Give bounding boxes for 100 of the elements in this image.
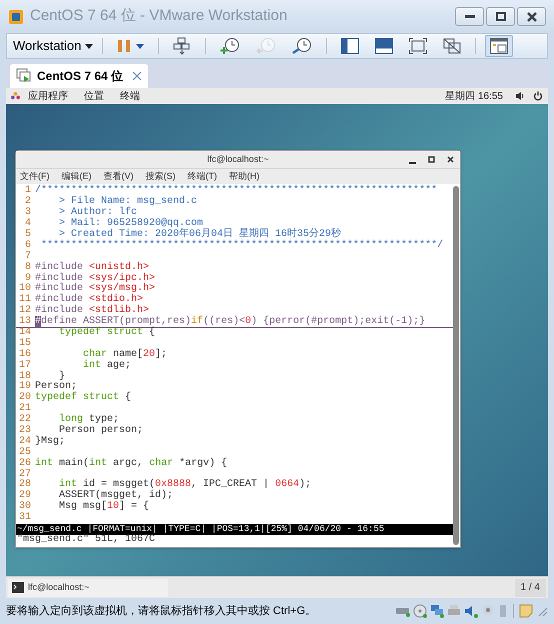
taskbar-window-button[interactable]: lfc@localhost:~ — [8, 578, 168, 596]
line-number: 20 — [18, 393, 32, 404]
line-number: 9 — [24, 274, 32, 284]
network-icon[interactable] — [430, 604, 444, 618]
line-number: 13 — [18, 317, 32, 327]
terminal-title: lfc@localhost:~ — [207, 152, 269, 166]
line-number: 4 — [24, 219, 32, 230]
fullscreen-icon — [409, 38, 428, 54]
line-number: 31 — [18, 513, 32, 524]
code-line: int id = msgget(0x8888, IPC_CREAT | 0664); — [58, 480, 312, 490]
line-number: 27 — [18, 470, 32, 480]
app-logo-icon — [8, 8, 24, 24]
disc-icon[interactable] — [413, 604, 427, 618]
line-number: 22 — [18, 415, 32, 426]
line-number: 21 — [18, 404, 32, 414]
status-message: 要将输入定向到该虚拟机，请将鼠标指针移入其中或按 Ctrl+G。 — [6, 604, 316, 619]
code-line: } — [59, 372, 66, 382]
code-line: #include <sys/ipc.h> — [35, 274, 156, 284]
code-line: char name[20]; — [82, 350, 168, 360]
speaker-icon[interactable] — [515, 91, 525, 101]
close-icon[interactable] — [447, 155, 454, 164]
line-number: 29 — [18, 491, 32, 502]
keyboard-keys-icon — [173, 37, 192, 55]
line-number: 25 — [18, 448, 32, 458]
workstation-menu-button[interactable]: Workstation — [13, 36, 94, 56]
code-line: > Author: lfc — [58, 208, 138, 218]
vim-message: "msg_send.c" 51L, 1067C — [16, 535, 156, 547]
line-number: 6 — [24, 240, 32, 251]
top-bar-menu[interactable]: 应用程序 — [28, 88, 68, 104]
minimize-icon — [464, 14, 474, 18]
code-line: Person person; — [59, 426, 144, 436]
maximize-icon — [496, 12, 506, 21]
line-number: 11 — [18, 295, 32, 306]
code-line: #define ASSERT(prompt,res)if((res)<0) {perror(#prompt);exit(-1);} — [35, 317, 426, 327]
top-bar-clock[interactable]: 星期四 16:55 — [445, 88, 503, 104]
line-number: 2 — [24, 197, 32, 208]
line-number: 1 — [24, 186, 32, 196]
code-line: ASSERT(msgget, id); — [58, 491, 174, 502]
power-icon[interactable] — [533, 91, 543, 101]
code-line: int main(int argc, char *argv) { — [35, 458, 228, 470]
code-line: #include <unistd.h> — [35, 262, 150, 273]
terminal-menu-item[interactable]: 查看(V) — [104, 170, 134, 184]
line-number: 14 — [18, 328, 32, 338]
vm-icon — [16, 68, 32, 84]
terminal-icon — [12, 582, 24, 593]
terminal-menu-item[interactable]: 文件(F) — [20, 170, 50, 184]
code-line: typedef struct { — [35, 393, 132, 404]
line-number: 3 — [24, 208, 32, 218]
scrollbar[interactable] — [453, 186, 459, 545]
line-number: 5 — [24, 230, 32, 240]
clock-plus-icon — [220, 37, 240, 55]
toolbar-button[interactable] — [485, 35, 514, 57]
line-number: 7 — [24, 252, 32, 262]
resize-grip-icon[interactable] — [536, 605, 548, 617]
sidebar-layout-icon — [341, 38, 360, 54]
code-line: > Created Time: 2020年06月04日 星期四 16时35分29秒 — [59, 230, 342, 240]
line-number: 28 — [18, 480, 32, 490]
minimize-button[interactable] — [455, 7, 484, 26]
line-number: 12 — [18, 306, 32, 316]
terminal-menu-item[interactable]: 搜索(S) — [146, 170, 176, 184]
close-button[interactable] — [517, 7, 546, 26]
top-bar-menu[interactable]: 终端 — [120, 88, 140, 104]
line-number: 15 — [18, 338, 32, 349]
terminal-menu-item[interactable]: 终端(T) — [188, 170, 217, 184]
top-bar-menu[interactable]: 位置 — [84, 88, 104, 104]
vim-status-line: ~/msg_send.c |FORMAT=unix| |TYPE=C| |POS=13,1|[25%] 04/06/20 - 16:55 — [17, 524, 384, 534]
maximize-button[interactable] — [486, 7, 515, 26]
terminal-menu-item[interactable]: 编辑(E) — [62, 170, 92, 184]
apps-menu-icon — [11, 92, 20, 100]
close-icon — [526, 12, 536, 22]
code-line: > Mail: 965258920@qq.com — [58, 219, 204, 230]
code-line: long type; — [58, 415, 120, 426]
line-number: 24 — [18, 436, 32, 447]
webcam-icon[interactable] — [481, 604, 495, 618]
clock-wrench-icon — [292, 37, 312, 55]
code-line: #include <stdio.h> — [35, 295, 144, 306]
line-number: 23 — [18, 426, 32, 436]
caret-down-icon — [136, 44, 144, 48]
crossed-windows-icon — [443, 38, 462, 54]
thumbnail-view-icon — [490, 38, 508, 54]
window-title: CentOS 7 64 位 - VMware Workstation — [30, 6, 288, 26]
code-line: ******************************************************************/ — [40, 240, 444, 252]
workspace-switcher[interactable]: 1 / 4 — [514, 578, 546, 596]
console-view-icon — [375, 38, 394, 54]
line-number: 10 — [18, 284, 32, 294]
code-line: /****************************************************************** — [35, 186, 438, 196]
code-line: #include <sys/msg.h> — [35, 284, 156, 294]
line-number: 26 — [18, 458, 32, 469]
line-number: 8 — [24, 262, 32, 273]
code-line: #include <stdlib.h> — [35, 306, 150, 316]
line-number: 19 — [18, 382, 32, 392]
pause-icon — [117, 39, 132, 53]
clock-arrow-icon — [256, 37, 276, 55]
line-number: 18 — [18, 372, 32, 382]
maximize-icon[interactable] — [428, 155, 435, 164]
vm-tab[interactable]: CentOS 7 64 位 — [10, 64, 148, 88]
terminal-menu-item[interactable]: 帮助(H) — [229, 170, 260, 184]
line-number: 30 — [18, 502, 32, 512]
code-line: Person; — [35, 382, 78, 392]
code-line: typedef struct { — [58, 328, 156, 339]
